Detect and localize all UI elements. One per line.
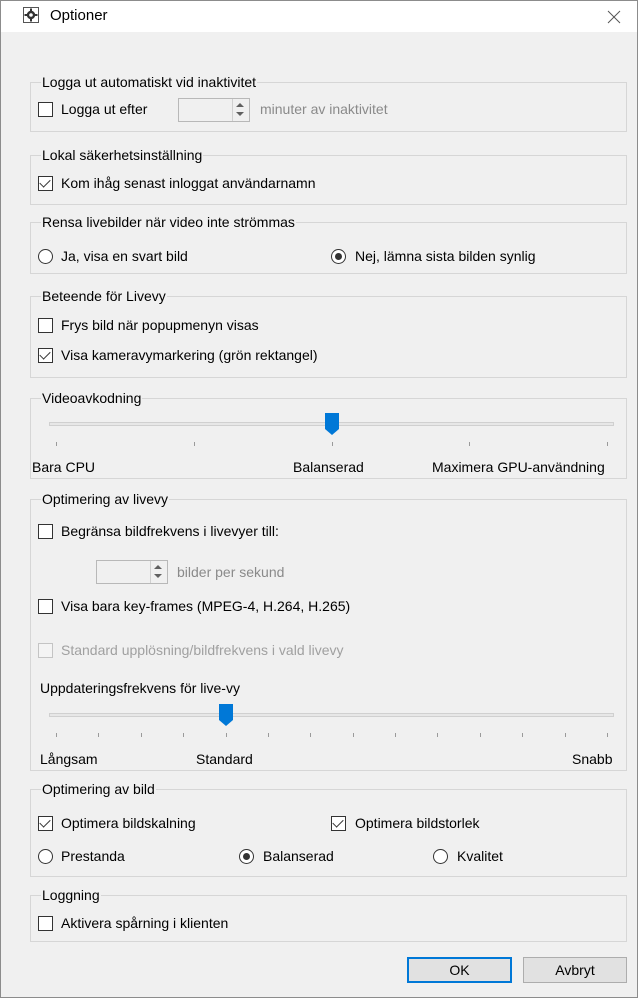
gear-icon [23, 7, 39, 23]
image-optimization-group: Optimering av bild Optimera bildskalning… [30, 781, 627, 877]
video-decoding-thumb[interactable] [325, 413, 339, 435]
slider-tick [56, 442, 57, 446]
slider-tick [480, 733, 481, 737]
image-optimization-legend: Optimering av bild [41, 781, 156, 797]
slider-tick [469, 442, 470, 446]
local-security-legend: Lokal säkerhetsinställning [41, 147, 204, 163]
limit-fps-checkbox[interactable] [38, 524, 53, 539]
slider-tick [310, 733, 311, 737]
ok-button-label: OK [449, 962, 470, 978]
logging-legend: Loggning [41, 887, 101, 903]
auto-logout-group: Logga ut automatiskt vid inaktivitet Log… [30, 74, 627, 132]
auto-logout-legend: Logga ut automatiskt vid inaktivitet [41, 74, 258, 90]
radio-performance-label: Prestanda [61, 848, 125, 864]
freeze-image-label: Frys bild när popupmenyn visas [61, 317, 259, 333]
default-resolution-label: Standard upplösning/bildfrekvens i vald … [61, 642, 344, 658]
options-dialog: Optioner Logga ut automatiskt vid inakti… [0, 0, 638, 998]
slider-tick [395, 733, 396, 737]
cancel-button[interactable]: Avbryt [523, 957, 627, 983]
slider-tick [56, 733, 57, 737]
slider-tick [226, 733, 227, 737]
slider-tick [332, 442, 333, 446]
slider-tick [98, 733, 99, 737]
fps-spinner-up-icon[interactable] [154, 565, 162, 569]
video-decoding-group: Videoavkodning Bara CPU Balanserad Maxim… [30, 390, 628, 480]
cancel-button-label: Avbryt [555, 962, 595, 978]
update-frequency-label-standard: Standard [196, 751, 253, 767]
radio-balanced[interactable] [239, 849, 254, 864]
spinner-down-icon[interactable] [236, 112, 244, 116]
optimize-scaling-label: Optimera bildskalning [61, 815, 196, 831]
logout-after-checkbox[interactable] [38, 102, 53, 117]
slider-tick [522, 733, 523, 737]
ok-button[interactable]: OK [407, 957, 512, 983]
live-behavior-group: Beteende för Livevy Frys bild när popupm… [30, 288, 627, 378]
live-optimization-legend: Optimering av livevy [41, 491, 170, 507]
slider-tick [141, 733, 142, 737]
default-resolution-checkbox[interactable] [38, 643, 53, 658]
optimize-size-checkbox[interactable] [331, 816, 346, 831]
keyframes-checkbox[interactable] [38, 599, 53, 614]
radio-black-image[interactable] [38, 249, 53, 264]
keyframes-label: Visa bara key-frames (MPEG-4, H.264, H.2… [61, 598, 351, 614]
close-icon [607, 10, 621, 23]
optimize-scaling-checkbox[interactable] [38, 816, 53, 831]
logout-after-label: Logga ut efter [61, 101, 148, 117]
slider-tick [353, 733, 354, 737]
fps-spinner-down-icon[interactable] [154, 574, 162, 578]
enable-tracing-label: Aktivera spårning i klienten [61, 915, 229, 931]
optimize-size-label: Optimera bildstorlek [355, 815, 480, 831]
camera-marker-label: Visa kameravymarkering (grön rektangel) [61, 347, 318, 363]
window-title: Optioner [50, 7, 108, 24]
video-decoding-label-gpu: Maximera GPU-användning [432, 459, 605, 475]
update-frequency-thumb[interactable] [219, 704, 233, 726]
radio-black-image-label: Ja, visa en svart bild [61, 248, 188, 264]
video-decoding-label-cpu: Bara CPU [32, 459, 96, 475]
slider-tick [607, 442, 608, 446]
camera-marker-checkbox[interactable] [38, 348, 53, 363]
close-button[interactable] [591, 1, 637, 32]
logout-minutes-spinner[interactable] [178, 98, 250, 122]
fps-unit-label: bilder per sekund [177, 564, 285, 580]
update-frequency-label-slow: Långsam [40, 751, 98, 767]
update-frequency-track [49, 713, 614, 717]
update-frequency-label-fast: Snabb [572, 751, 613, 767]
slider-tick [183, 733, 184, 737]
clear-live-legend: Rensa livebilder när video inte strömmas [41, 214, 296, 230]
live-optimization-group: Optimering av livevy Begränsa bildfrekve… [30, 491, 628, 772]
radio-keep-last-image-label: Nej, lämna sista bilden synlig [355, 248, 536, 264]
update-frequency-slider[interactable]: Långsam Standard Snabb [31, 695, 628, 772]
radio-quality-label: Kvalitet [457, 848, 503, 864]
limit-fps-label: Begränsa bildfrekvens i livevyer till: [61, 523, 279, 539]
radio-keep-last-image[interactable] [331, 249, 346, 264]
video-decoding-label-balanced: Balanserad [293, 459, 364, 475]
radio-performance[interactable] [38, 849, 53, 864]
spinner-up-icon[interactable] [236, 103, 244, 107]
logging-group: Loggning Aktivera spårning i klienten [30, 887, 627, 942]
clear-live-group: Rensa livebilder när video inte strömmas… [30, 214, 627, 274]
remember-username-checkbox[interactable] [38, 176, 53, 191]
title-bar: Optioner [1, 1, 637, 32]
slider-tick [437, 733, 438, 737]
remember-username-label: Kom ihåg senast inloggat användarnamn [61, 175, 316, 191]
local-security-group: Lokal säkerhetsinställning Kom ihåg sena… [30, 147, 627, 205]
enable-tracing-checkbox[interactable] [38, 916, 53, 931]
live-behavior-legend: Beteende för Livevy [41, 288, 167, 304]
freeze-image-checkbox[interactable] [38, 318, 53, 333]
radio-balanced-label: Balanserad [263, 848, 334, 864]
video-decoding-slider[interactable]: Bara CPU Balanserad Maximera GPU-användn… [31, 399, 628, 480]
fps-spinner[interactable] [96, 560, 168, 584]
slider-tick [565, 733, 566, 737]
slider-tick [607, 733, 608, 737]
slider-tick [194, 442, 195, 446]
slider-tick [268, 733, 269, 737]
update-frequency-label: Uppdateringsfrekvens för live-vy [40, 680, 240, 696]
logout-unit-label: minuter av inaktivitet [260, 101, 388, 117]
radio-quality[interactable] [433, 849, 448, 864]
